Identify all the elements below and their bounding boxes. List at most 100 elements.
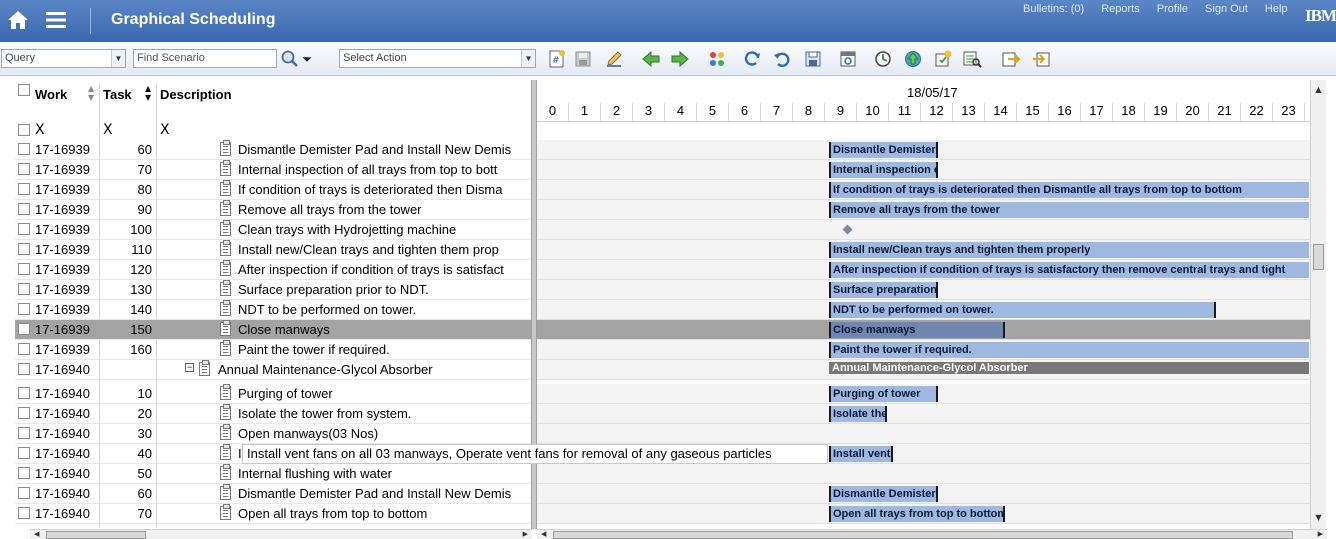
row-checkbox[interactable] [18, 143, 30, 155]
gantt-task-bar[interactable]: Install vent fans [829, 446, 893, 462]
table-row[interactable]: 17-16940 30 Open manways(03 Nos) [15, 424, 533, 444]
vertical-scrollbar[interactable]: ▲ ▼ [1310, 80, 1326, 529]
query-select[interactable]: Query ▼ [1, 49, 126, 68]
chevron-down-icon[interactable]: ▼ [521, 50, 535, 67]
scroll-up-icon[interactable]: ▲ [1313, 84, 1324, 95]
export-icon[interactable] [1001, 49, 1021, 69]
table-row[interactable]: 17-16940 10 Purging of tower [15, 384, 533, 404]
sign-out-link[interactable]: Sign Out [1205, 3, 1248, 15]
add-item-icon[interactable] [933, 49, 953, 69]
gantt-task-bar[interactable]: Dismantle Demister P [829, 142, 938, 158]
upload-globe-icon[interactable] [903, 49, 923, 69]
table-row[interactable]: 17-16939 160 Paint the tower if required… [15, 340, 533, 360]
gantt-task-bar[interactable]: Dismantle Demister P [829, 486, 938, 502]
scroll-thumb[interactable] [46, 531, 146, 539]
scroll-right-icon[interactable]: ▶ [1318, 530, 1323, 538]
filter-work[interactable]: X [35, 122, 45, 138]
scroll-down-icon[interactable]: ▼ [1313, 512, 1324, 523]
edit-pencil-icon[interactable] [604, 49, 624, 69]
table-row[interactable]: 17-16940 − Annual Maintenance-Glycol Abs… [15, 360, 533, 380]
table-row[interactable]: 17-16939 70 Internal inspection of all t… [15, 160, 533, 180]
chevron-down-icon[interactable] [298, 49, 316, 69]
bulletins-link[interactable]: Bulletins: (0) [1023, 3, 1084, 15]
row-checkbox[interactable] [18, 163, 30, 175]
row-checkbox[interactable] [18, 407, 30, 419]
gantt-horizontal-scrollbar[interactable]: ◀ ▶ [537, 529, 1327, 539]
reports-link[interactable]: Reports [1101, 3, 1140, 15]
row-checkbox[interactable] [18, 323, 30, 335]
gantt-task-bar[interactable]: If condition of trays is deteriorated th… [829, 182, 1309, 198]
gantt-task-bar[interactable]: Remove all trays from the tower [829, 202, 1309, 218]
row-checkbox[interactable] [18, 303, 30, 315]
gantt-task-bar[interactable]: Open all trays from top to bottom [829, 506, 1005, 522]
save-as-icon[interactable] [803, 49, 823, 69]
row-checkbox[interactable] [18, 343, 30, 355]
column-header-task[interactable]: Task [103, 84, 132, 106]
table-row[interactable]: 17-16939 90 Remove all trays from the to… [15, 200, 533, 220]
new-record-icon[interactable]: # [547, 49, 567, 69]
gantt-task-bar[interactable]: Internal inspection of all trays fro [829, 162, 938, 178]
table-row[interactable]: 17-16940 50 Internal flushing with water [15, 464, 533, 484]
table-row[interactable]: 17-16939 100 Clean trays with Hydrojetti… [15, 220, 533, 240]
hamburger-menu-icon[interactable] [44, 9, 68, 31]
calendar-icon[interactable] [838, 49, 858, 69]
table-row[interactable]: 17-16939 140 NDT to be performed on towe… [15, 300, 533, 320]
left-horizontal-scrollbar[interactable]: ◀ ▶ [30, 529, 532, 539]
gantt-task-bar[interactable]: Isolate the [829, 406, 887, 422]
row-checkbox[interactable] [18, 183, 30, 195]
home-icon[interactable] [6, 8, 30, 32]
gantt-task-bar[interactable]: After inspection if condition of trays i… [829, 262, 1309, 278]
table-row[interactable]: 17-16939 130 Surface preparation prior t… [15, 280, 533, 300]
row-checkbox[interactable] [18, 427, 30, 439]
sort-icon[interactable]: ▲ ▼ [88, 84, 94, 102]
previous-arrow-icon[interactable] [641, 49, 661, 69]
scroll-thumb[interactable] [1313, 244, 1324, 270]
row-checkbox[interactable] [18, 467, 30, 479]
milestone-marker[interactable] [842, 224, 853, 235]
row-checkbox[interactable] [18, 507, 30, 519]
gantt-task-bar[interactable]: Purging of tower [829, 386, 938, 402]
gantt-task-bar[interactable]: Install new/Clean trays and tighten them… [829, 242, 1309, 258]
scroll-thumb[interactable] [553, 531, 1293, 539]
row-checkbox[interactable] [18, 243, 30, 255]
select-action-dropdown[interactable]: Select Action ▼ [339, 49, 536, 68]
gantt-task-bar[interactable]: Paint the tower if required. [829, 342, 1309, 358]
collapse-icon[interactable]: − [185, 363, 194, 372]
table-row[interactable]: 17-16940 20 Isolate the tower from syste… [15, 404, 533, 424]
gantt-task-bar[interactable]: Close manways [829, 322, 1005, 338]
column-header-description[interactable]: Description [160, 84, 232, 106]
select-all-checkbox[interactable] [18, 84, 30, 96]
row-checkbox[interactable] [18, 363, 30, 375]
table-row[interactable]: 17-16939 110 Install new/Clean trays and… [15, 240, 533, 260]
gantt-summary-bar[interactable]: Annual Maintenance-Glycol Absorber [829, 362, 1309, 374]
filter-description[interactable]: X [160, 122, 170, 138]
scroll-left-icon[interactable]: ◀ [34, 530, 39, 538]
table-row[interactable]: 17-16939 60 Dismantle Demister Pad and I… [15, 140, 533, 160]
help-link[interactable]: Help [1265, 3, 1288, 15]
import-icon[interactable] [1031, 49, 1051, 69]
row-checkbox[interactable] [18, 387, 30, 399]
row-checkbox[interactable] [18, 223, 30, 235]
table-row[interactable]: 17-16940 70 Open all trays from top to b… [15, 504, 533, 524]
row-checkbox[interactable] [18, 203, 30, 215]
find-scenario-input[interactable]: Find Scenario [133, 49, 277, 68]
scroll-left-icon[interactable]: ◀ [541, 530, 546, 538]
table-row[interactable]: 17-16939 120 After inspection if conditi… [15, 260, 533, 280]
row-checkbox[interactable] [18, 487, 30, 499]
gantt-task-bar[interactable]: Surface preparation p [829, 282, 938, 298]
refresh-icon[interactable] [742, 49, 762, 69]
table-row[interactable]: 17-16939 80 If condition of trays is det… [15, 180, 533, 200]
gantt-task-bar[interactable]: NDT to be performed on tower. [829, 302, 1217, 318]
filter-checkbox[interactable] [18, 124, 30, 136]
column-header-work[interactable]: Work [35, 84, 67, 106]
save-icon[interactable] [573, 49, 593, 69]
profile-link[interactable]: Profile [1157, 3, 1188, 15]
next-arrow-icon[interactable] [670, 49, 690, 69]
row-checkbox[interactable] [18, 263, 30, 275]
scroll-right-icon[interactable]: ▶ [523, 530, 528, 538]
chevron-down-icon[interactable]: ▼ [111, 50, 125, 67]
clock-icon[interactable] [873, 49, 893, 69]
search-list-icon[interactable] [962, 49, 982, 69]
row-checkbox[interactable] [18, 283, 30, 295]
sort-ascending-icon[interactable]: ▲ ▼ [145, 84, 151, 102]
